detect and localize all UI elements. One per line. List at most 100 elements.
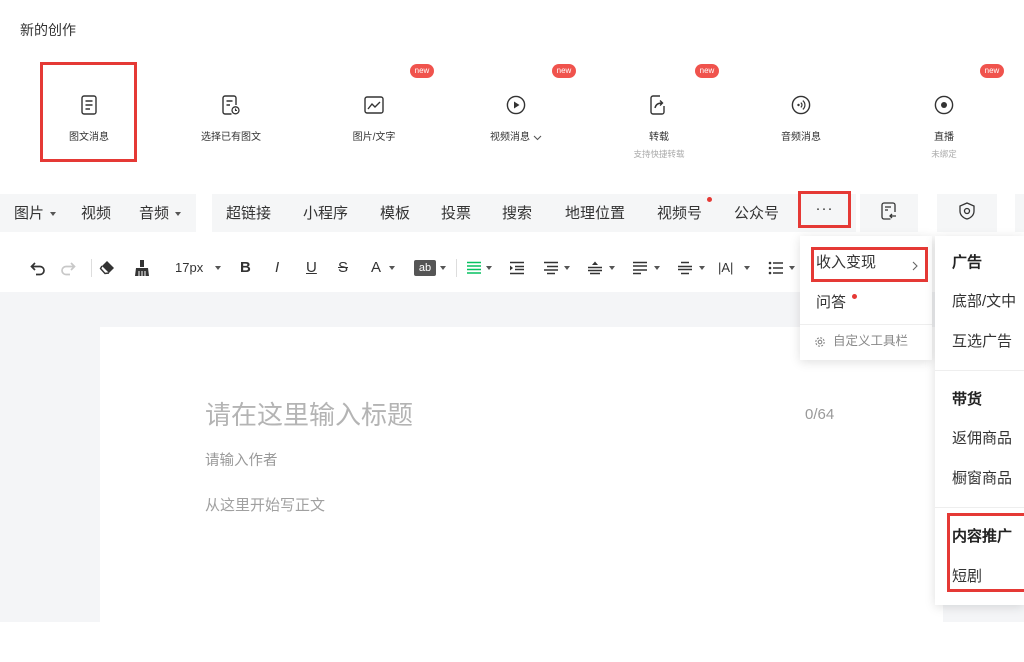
- create-type-label: 音频消息: [781, 132, 821, 143]
- list-icon[interactable]: [768, 259, 784, 277]
- gear-icon: [814, 335, 826, 353]
- new-badge: new: [980, 64, 1004, 78]
- create-type-existing-article[interactable]: 选择已有图文: [160, 60, 302, 164]
- italic-button[interactable]: I: [275, 259, 279, 277]
- toolbar-mini-program[interactable]: 小程序: [303, 204, 348, 224]
- create-type-audio[interactable]: 音频消息: [730, 60, 872, 164]
- create-type-label: 选择已有图文: [201, 132, 261, 143]
- caret-down-icon: [440, 266, 446, 270]
- toolbar-separator: [91, 259, 92, 277]
- caret-down-icon: [744, 266, 750, 270]
- submenu-item-showcase-goods[interactable]: 橱窗商品: [952, 469, 1012, 489]
- submenu-item-commission-goods[interactable]: 返佣商品: [952, 429, 1012, 449]
- indent-icon[interactable]: [509, 259, 525, 277]
- bold-button[interactable]: B: [240, 259, 251, 277]
- toolbar-hyperlink[interactable]: 超链接: [226, 204, 271, 224]
- menu-item-label: 收入变现: [816, 254, 877, 271]
- menu-item-label: 问答: [816, 294, 847, 311]
- create-type-repost[interactable]: new 转载 支持快捷转载: [588, 60, 730, 164]
- caret-down-icon: [175, 212, 182, 216]
- import-doc-icon: [881, 201, 897, 225]
- monetize-submenu: 广告 底部/文中 互选广告 带货 返佣商品 橱窗商品 内容推广 短剧: [935, 236, 1024, 605]
- submenu-item-bottom-ad[interactable]: 底部/文中: [952, 292, 1016, 312]
- insert-image-label: 图片: [14, 205, 45, 222]
- submenu-divider: [935, 370, 1024, 371]
- align-left-icon[interactable]: [466, 259, 482, 277]
- create-type-article[interactable]: 图文消息: [18, 60, 160, 164]
- strikethrough-button[interactable]: S: [338, 259, 348, 277]
- toolbar-official-account[interactable]: 公众号: [734, 204, 779, 224]
- create-type-sublabel: 支持快捷转载: [633, 149, 685, 159]
- video-play-icon: [506, 95, 526, 115]
- notice-dot: [852, 294, 857, 299]
- create-type-live[interactable]: new 直播 未绑定: [873, 60, 1015, 164]
- toolbar-separator: [456, 259, 457, 277]
- live-icon: [934, 95, 954, 115]
- eraser-icon[interactable]: [99, 259, 117, 277]
- undo-icon[interactable]: [29, 259, 47, 277]
- create-type-label: 转载: [649, 132, 669, 143]
- submenu-item-mutual-ad[interactable]: 互选广告: [952, 332, 1012, 352]
- new-badge: new: [410, 64, 434, 78]
- create-type-sublabel: 未绑定: [931, 149, 957, 159]
- chevron-down-icon: [533, 135, 542, 141]
- letter-spacing-button[interactable]: |A|: [718, 259, 733, 277]
- toolbar-location[interactable]: 地理位置: [565, 204, 625, 224]
- menu-item-customize-toolbar[interactable]: 自定义工具栏: [800, 326, 932, 358]
- article-icon: [79, 95, 99, 115]
- toolbar-template[interactable]: 模板: [380, 204, 410, 224]
- justify-icon[interactable]: [632, 259, 648, 277]
- caret-down-icon: [486, 266, 492, 270]
- submenu-group-title: 广告: [952, 254, 983, 271]
- history-article-icon: [221, 95, 241, 115]
- more-button[interactable]: ···: [798, 191, 851, 228]
- toolbar-overflow-button[interactable]: [1015, 194, 1024, 232]
- font-size-select[interactable]: 17px: [175, 259, 203, 277]
- title-counter: 0/64: [805, 406, 835, 423]
- toolbar-search[interactable]: 搜索: [502, 204, 532, 224]
- insert-audio-button[interactable]: 音频: [139, 204, 182, 224]
- title-input[interactable]: [205, 397, 765, 433]
- highlight-color-button[interactable]: ab: [414, 260, 436, 276]
- customize-toolbar-label: 自定义工具栏: [833, 334, 909, 348]
- shield-icon: [959, 201, 975, 225]
- format-brush-icon[interactable]: [134, 259, 150, 277]
- caret-down-icon: [654, 266, 660, 270]
- create-type-label: 视频消息: [490, 132, 530, 143]
- image-text-icon: [364, 95, 384, 115]
- toolbar-vote[interactable]: 投票: [441, 204, 471, 224]
- notice-dot: [707, 197, 712, 202]
- author-input[interactable]: [205, 451, 705, 471]
- new-badge: new: [552, 64, 576, 78]
- caret-down-icon: [50, 212, 57, 216]
- paragraph-spacing-icon[interactable]: [677, 259, 693, 277]
- insert-audio-label: 音频: [139, 205, 170, 222]
- font-color-button[interactable]: A: [371, 259, 381, 277]
- page-title: 新的创作: [20, 22, 76, 38]
- new-badge: new: [695, 64, 719, 78]
- submenu-group-title: 内容推广: [952, 528, 1013, 545]
- body-editor[interactable]: 从这里开始写正文: [205, 496, 325, 516]
- protect-button[interactable]: [937, 194, 997, 232]
- create-type-label-wrap: 视频消息: [445, 132, 587, 144]
- insert-video-button[interactable]: 视频: [81, 204, 111, 224]
- redo-icon[interactable]: [59, 259, 77, 277]
- create-type-label: 直播: [934, 132, 954, 143]
- menu-item-monetize[interactable]: 收入变现: [800, 247, 932, 283]
- insert-video-label: 视频: [81, 205, 112, 222]
- caret-down-icon: [699, 266, 705, 270]
- submenu-item-short-drama[interactable]: 短剧: [952, 567, 982, 587]
- menu-item-qa[interactable]: 问答: [800, 286, 932, 322]
- submenu-divider: [935, 507, 1024, 508]
- more-menu: 收入变现 问答 自定义工具栏: [800, 236, 932, 360]
- align-center-icon[interactable]: [587, 259, 603, 277]
- create-type-image-text[interactable]: new 图片/文字: [303, 60, 445, 164]
- toolbar-channels[interactable]: 视频号: [657, 204, 702, 224]
- create-type-video[interactable]: new 视频消息: [445, 60, 587, 164]
- menu-divider: [800, 324, 932, 325]
- line-height-icon[interactable]: [543, 259, 559, 277]
- editor-paper: 0/64 从这里开始写正文: [100, 327, 943, 622]
- import-doc-button[interactable]: [860, 194, 918, 232]
- underline-button[interactable]: U: [306, 259, 317, 277]
- insert-image-button[interactable]: 图片: [14, 204, 57, 224]
